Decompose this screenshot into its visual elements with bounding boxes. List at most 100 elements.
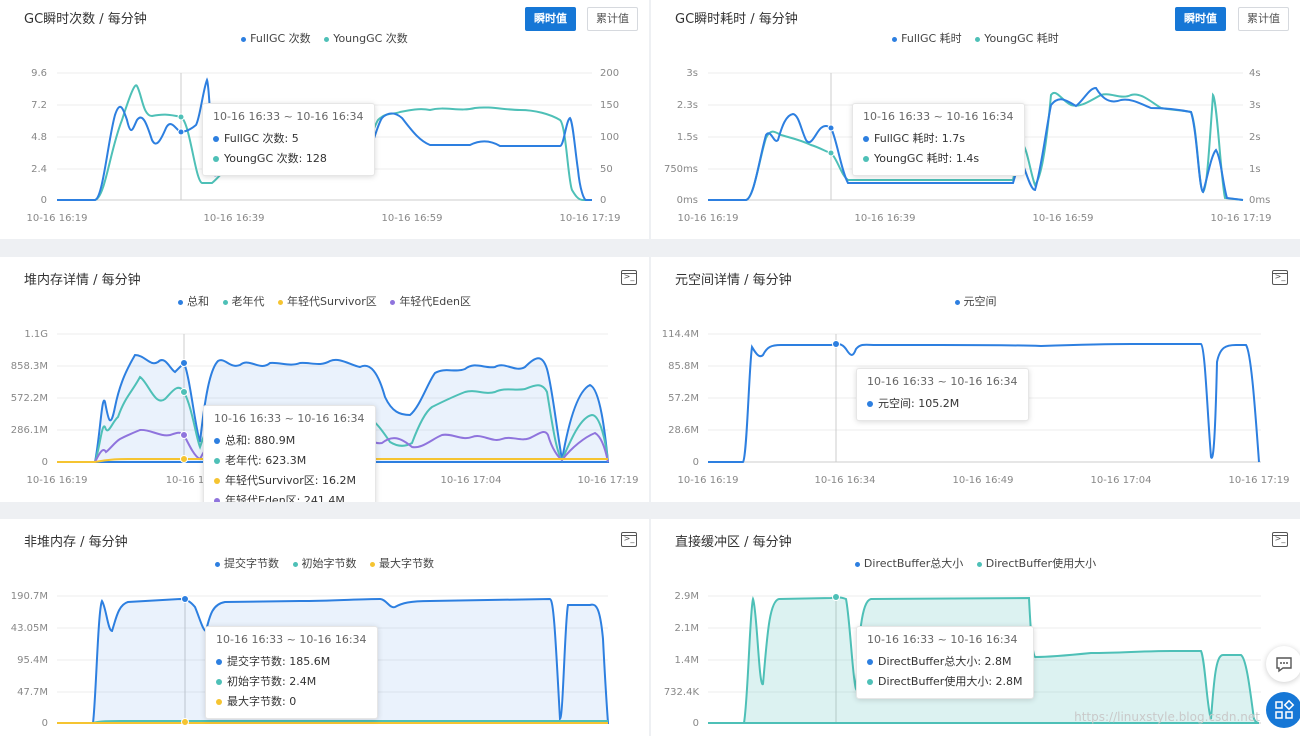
tooltip-row: 提交字节数: 185.6M <box>216 652 367 672</box>
hover-point <box>180 455 188 463</box>
y-tick: 0 <box>42 457 48 468</box>
tooltip-time: 10-16 16:33 ~ 10-16 16:34 <box>213 110 364 123</box>
tooltip-row: 最大字节数: 0 <box>216 692 367 712</box>
y-right-tick: 100 <box>600 132 619 143</box>
x-tick: 10-16 16:19 <box>677 213 738 224</box>
x-tick: 10-16 17:19 <box>1228 475 1289 486</box>
y-tick: 0 <box>693 457 699 468</box>
hover-point <box>180 388 188 396</box>
x-tick: 10-16 16:59 <box>381 213 442 224</box>
tooltip-row: 初始字节数: 2.4M <box>216 672 367 692</box>
x-tick: 10-16 16:19 <box>677 475 738 486</box>
x-tick: 10-16 17:19 <box>559 213 620 224</box>
apps-button[interactable] <box>1266 692 1300 728</box>
y-tick: 4.8 <box>31 132 47 143</box>
tooltip-row: 元空间: 105.2M <box>867 394 1018 414</box>
chat-icon <box>1276 657 1292 673</box>
y-tick: 9.6 <box>31 68 47 79</box>
tooltip: 10-16 16:33 ~ 10-16 16:34 总和: 880.9M 老年代… <box>203 405 376 502</box>
y-tick: 47.7M <box>17 687 48 698</box>
x-tick: 10-16 17:19 <box>577 475 638 486</box>
y-tick: 43.05M <box>11 623 48 634</box>
tooltip: 10-16 16:33 ~ 10-16 16:34 元空间: 105.2M <box>856 368 1029 421</box>
y-tick: 2.9M <box>674 591 699 602</box>
tooltip-time: 10-16 16:33 ~ 10-16 16:34 <box>216 633 367 646</box>
x-tick: 10-16 17:04 <box>1090 475 1151 486</box>
y-right-tick: 50 <box>600 164 613 175</box>
y-right-tick: 200 <box>600 68 619 79</box>
y-tick: 0 <box>693 718 699 729</box>
y-tick: 7.2 <box>31 100 47 111</box>
hover-point <box>181 718 189 726</box>
y-tick: 732.4K <box>664 687 700 698</box>
hover-point <box>180 431 188 439</box>
y-tick: 0 <box>42 718 48 729</box>
y-right-tick: 2s <box>1249 132 1261 143</box>
tooltip-row: FullGC 次数: 5 <box>213 129 364 149</box>
x-tick: 10-16 16:39 <box>854 213 915 224</box>
x-tick: 10-16 16:19 <box>26 213 87 224</box>
hover-point <box>832 593 840 601</box>
y-tick: 1.5s <box>677 132 698 143</box>
hover-point <box>177 113 185 121</box>
y-tick: 2.3s <box>677 100 698 111</box>
x-tick: 10-16 1 <box>166 475 205 486</box>
y-tick: 28.6M <box>668 425 699 436</box>
y-tick: 85.8M <box>668 361 699 372</box>
y-tick: 0ms <box>677 195 698 206</box>
watermark: https://linuxstyle.blog.csdn.net <box>1074 710 1260 724</box>
panel-non-heap: 非堆内存 / 每分钟 >_ 提交字节数 初始字节数 最大字节数 190.7M 4… <box>0 519 649 736</box>
y-right-tick: 3s <box>1249 100 1261 111</box>
y-tick: 0 <box>41 195 47 206</box>
y-tick: 190.7M <box>11 591 48 602</box>
y-tick: 2.1M <box>674 623 699 634</box>
hover-point <box>180 359 188 367</box>
hover-point <box>827 124 835 132</box>
y-tick: 95.4M <box>17 655 48 666</box>
y-tick: 858.3M <box>11 361 48 372</box>
tooltip-row: 年轻代Eden区: 241.4M <box>214 491 365 502</box>
y-tick: 3s <box>686 68 698 79</box>
tooltip-row: YoungGC 耗时: 1.4s <box>863 149 1014 169</box>
tooltip-row: FullGC 耗时: 1.7s <box>863 129 1014 149</box>
hover-point <box>177 128 185 136</box>
tooltip-time: 10-16 16:33 ~ 10-16 16:34 <box>867 633 1018 646</box>
hover-point <box>827 149 835 157</box>
y-right-tick: 150 <box>600 100 619 111</box>
x-tick: 10-16 16:19 <box>26 475 87 486</box>
x-tick: 10-16 16:34 <box>814 475 875 486</box>
x-tick: 10-16 16:59 <box>1032 213 1093 224</box>
y-tick: 114.4M <box>662 329 699 340</box>
y-right-tick: 4s <box>1249 68 1261 79</box>
hover-point <box>181 595 189 603</box>
y-tick: 286.1M <box>11 425 48 436</box>
tooltip-time: 10-16 16:33 ~ 10-16 16:34 <box>867 375 1018 388</box>
tooltip-row: 老年代: 623.3M <box>214 451 365 471</box>
y-tick: 1.1G <box>24 329 48 340</box>
panel-gc-time: GC瞬时耗时 / 每分钟 瞬时值 累计值 FullGC 耗时 YoungGC 耗… <box>651 0 1300 239</box>
y-tick: 750ms <box>664 164 698 175</box>
hover-point <box>832 340 840 348</box>
y-right-tick: 0 <box>600 195 606 206</box>
y-right-tick: 1s <box>1249 164 1261 175</box>
x-tick: 10-16 17:04 <box>440 475 501 486</box>
panel-direct-buffer: 直接缓冲区 / 每分钟 >_ DirectBuffer总大小 DirectBuf… <box>651 519 1300 736</box>
grid-icon <box>1275 699 1295 719</box>
x-tick: 10-16 16:39 <box>203 213 264 224</box>
tooltip-time: 10-16 16:33 ~ 10-16 16:34 <box>863 110 1014 123</box>
y-tick: 1.4M <box>674 655 699 666</box>
tooltip-row: DirectBuffer使用大小: 2.8M <box>867 672 1023 692</box>
tooltip-row: 总和: 880.9M <box>214 431 365 451</box>
y-tick: 2.4 <box>31 164 47 175</box>
tooltip-row: DirectBuffer总大小: 2.8M <box>867 652 1023 672</box>
x-tick: 10-16 16:49 <box>952 475 1013 486</box>
tooltip: 10-16 16:33 ~ 10-16 16:34 FullGC 次数: 5 Y… <box>202 103 375 176</box>
panel-heap: 堆内存详情 / 每分钟 >_ 总和 老年代 年轻代Survivor区 年轻代Ed… <box>0 257 649 502</box>
tooltip-row: YoungGC 次数: 128 <box>213 149 364 169</box>
feedback-button[interactable] <box>1266 646 1300 682</box>
tooltip: 10-16 16:33 ~ 10-16 16:34 FullGC 耗时: 1.7… <box>852 103 1025 176</box>
tooltip: 10-16 16:33 ~ 10-16 16:34 DirectBuffer总大… <box>856 626 1034 699</box>
tooltip-time: 10-16 16:33 ~ 10-16 16:34 <box>214 412 365 425</box>
tooltip-row: 年轻代Survivor区: 16.2M <box>214 471 365 491</box>
x-tick: 10-16 17:19 <box>1210 213 1271 224</box>
